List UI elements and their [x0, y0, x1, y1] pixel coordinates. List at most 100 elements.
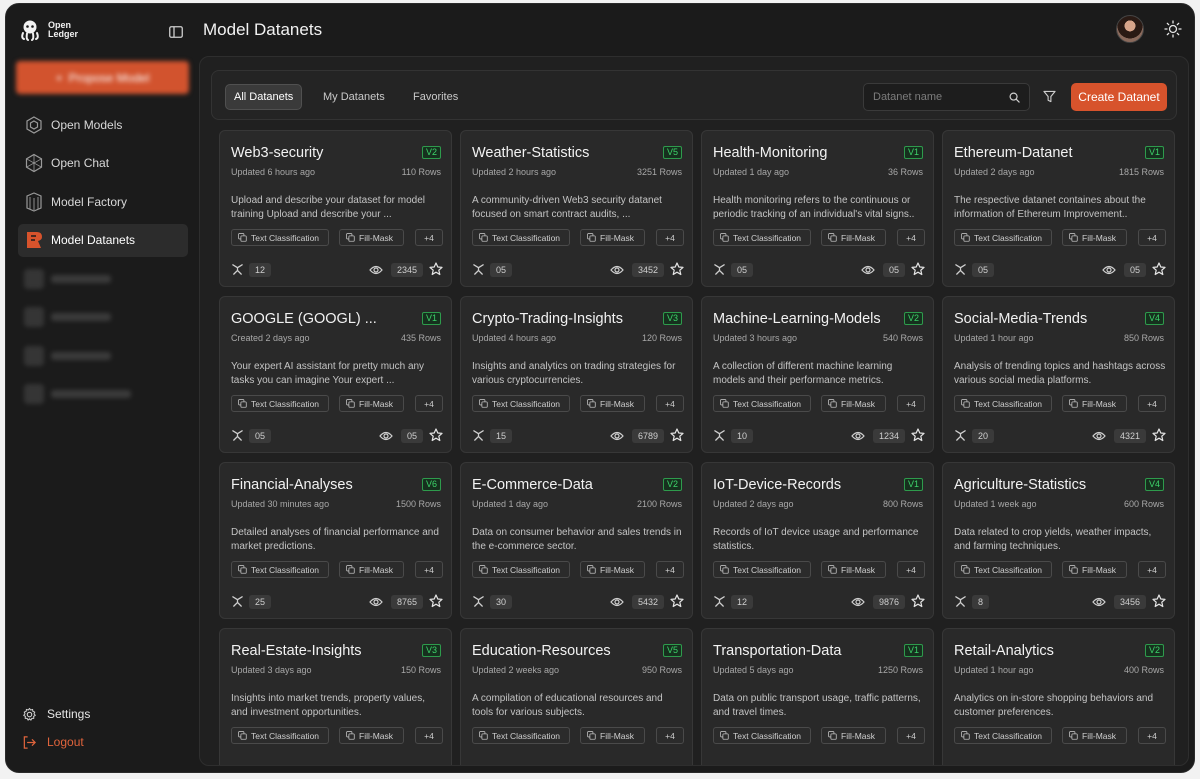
- datanet-card[interactable]: IoT-Device-Records V1 Updated 2 days ago…: [701, 462, 934, 619]
- tag-text-classification[interactable]: Text Classification: [472, 395, 570, 412]
- card-title[interactable]: Real-Estate-Insights: [231, 643, 416, 659]
- tab-favorites[interactable]: Favorites: [405, 84, 466, 110]
- datanet-card[interactable]: Health-Monitoring V1 Updated 1 day ago 3…: [701, 130, 934, 287]
- more-tags-badge[interactable]: +4: [415, 395, 443, 412]
- star-icon[interactable]: [429, 262, 443, 276]
- sidebar-collapse-icon[interactable]: [169, 26, 183, 38]
- logo[interactable]: Open Ledger: [18, 18, 78, 42]
- more-tags-badge[interactable]: +4: [1138, 727, 1166, 744]
- tag-fill-mask[interactable]: Fill-Mask: [339, 561, 404, 578]
- datanet-card[interactable]: Ethereum-Datanet V1 Updated 2 days ago 1…: [942, 130, 1175, 287]
- sidebar-item-hidden-2[interactable]: [18, 301, 188, 334]
- card-title[interactable]: Social-Media-Trends: [954, 311, 1139, 327]
- datanet-card[interactable]: Web3-security V2 Updated 6 hours ago 110…: [219, 130, 452, 287]
- datanet-card[interactable]: Social-Media-Trends V4 Updated 1 hour ag…: [942, 296, 1175, 453]
- logout-link[interactable]: Logout: [22, 728, 90, 756]
- tag-fill-mask[interactable]: Fill-Mask: [821, 229, 886, 246]
- star-icon[interactable]: [429, 428, 443, 442]
- tag-text-classification[interactable]: Text Classification: [713, 229, 811, 246]
- card-title[interactable]: Transportation-Data: [713, 643, 898, 659]
- tag-fill-mask[interactable]: Fill-Mask: [339, 727, 404, 744]
- star-icon[interactable]: [911, 428, 925, 442]
- search-icon[interactable]: [1009, 92, 1020, 103]
- star-icon[interactable]: [1152, 428, 1166, 442]
- star-icon[interactable]: [911, 262, 925, 276]
- datanet-card[interactable]: Machine-Learning-Models V2 Updated 3 hou…: [701, 296, 934, 453]
- more-tags-badge[interactable]: +4: [897, 561, 925, 578]
- more-tags-badge[interactable]: +4: [656, 561, 684, 578]
- star-icon[interactable]: [670, 262, 684, 276]
- datanet-card[interactable]: Weather-Statistics V5 Updated 2 hours ag…: [460, 130, 693, 287]
- datanet-card[interactable]: GOOGLE (GOOGL) ... V1 Created 2 days ago…: [219, 296, 452, 453]
- card-title[interactable]: GOOGLE (GOOGL) ...: [231, 311, 416, 327]
- more-tags-badge[interactable]: +4: [415, 561, 443, 578]
- more-tags-badge[interactable]: +4: [1138, 229, 1166, 246]
- tag-fill-mask[interactable]: Fill-Mask: [580, 395, 645, 412]
- sidebar-item-model-datanets[interactable]: Model Datanets: [18, 223, 188, 257]
- card-title[interactable]: Education-Resources: [472, 643, 657, 659]
- card-title[interactable]: Retail-Analytics: [954, 643, 1139, 659]
- sidebar-item-hidden-1[interactable]: [18, 262, 188, 295]
- datanet-card[interactable]: Crypto-Trading-Insights V3 Updated 4 hou…: [460, 296, 693, 453]
- tab-my-datanets[interactable]: My Datanets: [315, 84, 393, 110]
- card-title[interactable]: E-Commerce-Data: [472, 477, 657, 493]
- star-icon[interactable]: [429, 594, 443, 608]
- tag-fill-mask[interactable]: Fill-Mask: [821, 561, 886, 578]
- more-tags-badge[interactable]: +4: [897, 395, 925, 412]
- sidebar-item-hidden-3[interactable]: [18, 339, 188, 372]
- tag-text-classification[interactable]: Text Classification: [231, 727, 329, 744]
- more-tags-badge[interactable]: +4: [415, 229, 443, 246]
- tag-fill-mask[interactable]: Fill-Mask: [580, 561, 645, 578]
- sidebar-item-model-factory[interactable]: Model Factory: [18, 185, 188, 218]
- tag-fill-mask[interactable]: Fill-Mask: [339, 395, 404, 412]
- star-icon[interactable]: [670, 594, 684, 608]
- datanet-card[interactable]: E-Commerce-Data V2 Updated 1 day ago 210…: [460, 462, 693, 619]
- datanet-card[interactable]: Financial-Analyses V6 Updated 30 minutes…: [219, 462, 452, 619]
- star-icon[interactable]: [1152, 262, 1166, 276]
- star-icon[interactable]: [670, 428, 684, 442]
- more-tags-badge[interactable]: +4: [897, 229, 925, 246]
- card-title[interactable]: Ethereum-Datanet: [954, 145, 1139, 161]
- tag-text-classification[interactable]: Text Classification: [713, 395, 811, 412]
- more-tags-badge[interactable]: +4: [656, 395, 684, 412]
- tag-text-classification[interactable]: Text Classification: [954, 229, 1052, 246]
- tag-text-classification[interactable]: Text Classification: [231, 395, 329, 412]
- tag-text-classification[interactable]: Text Classification: [713, 727, 811, 744]
- datanet-card[interactable]: Retail-Analytics V2 Updated 1 hour ago 4…: [942, 628, 1175, 765]
- sidebar-item-open-chat[interactable]: Open Chat: [18, 147, 188, 180]
- card-title[interactable]: Crypto-Trading-Insights: [472, 311, 657, 327]
- tag-text-classification[interactable]: Text Classification: [472, 727, 570, 744]
- tab-all-datanets[interactable]: All Datanets: [225, 84, 303, 110]
- settings-link[interactable]: Settings: [22, 700, 90, 728]
- more-tags-badge[interactable]: +4: [1138, 395, 1166, 412]
- tag-text-classification[interactable]: Text Classification: [472, 229, 570, 246]
- card-title[interactable]: Financial-Analyses: [231, 477, 416, 493]
- star-icon[interactable]: [1152, 594, 1166, 608]
- tag-fill-mask[interactable]: Fill-Mask: [1062, 229, 1127, 246]
- sun-icon[interactable]: [1164, 20, 1182, 38]
- tag-fill-mask[interactable]: Fill-Mask: [1062, 727, 1127, 744]
- card-title[interactable]: Agriculture-Statistics: [954, 477, 1139, 493]
- more-tags-badge[interactable]: +4: [897, 727, 925, 744]
- card-title[interactable]: Web3-security: [231, 145, 416, 161]
- datanet-card[interactable]: Agriculture-Statistics V4 Updated 1 week…: [942, 462, 1175, 619]
- tag-fill-mask[interactable]: Fill-Mask: [821, 727, 886, 744]
- more-tags-badge[interactable]: +4: [1138, 561, 1166, 578]
- tag-text-classification[interactable]: Text Classification: [472, 561, 570, 578]
- datanet-card[interactable]: Education-Resources V5 Updated 2 weeks a…: [460, 628, 693, 765]
- tag-text-classification[interactable]: Text Classification: [231, 229, 329, 246]
- filter-icon[interactable]: [1043, 90, 1056, 103]
- tag-fill-mask[interactable]: Fill-Mask: [580, 229, 645, 246]
- star-icon[interactable]: [911, 594, 925, 608]
- tag-fill-mask[interactable]: Fill-Mask: [1062, 395, 1127, 412]
- card-title[interactable]: Health-Monitoring: [713, 145, 898, 161]
- tag-text-classification[interactable]: Text Classification: [231, 561, 329, 578]
- more-tags-badge[interactable]: +4: [415, 727, 443, 744]
- datanet-card[interactable]: Real-Estate-Insights V3 Updated 3 days a…: [219, 628, 452, 765]
- sidebar-item-open-models[interactable]: Open Models: [18, 108, 188, 141]
- tag-fill-mask[interactable]: Fill-Mask: [339, 229, 404, 246]
- tag-fill-mask[interactable]: Fill-Mask: [580, 727, 645, 744]
- tag-fill-mask[interactable]: Fill-Mask: [821, 395, 886, 412]
- propose-model-button[interactable]: + Propose Model: [16, 61, 189, 94]
- card-title[interactable]: IoT-Device-Records: [713, 477, 898, 493]
